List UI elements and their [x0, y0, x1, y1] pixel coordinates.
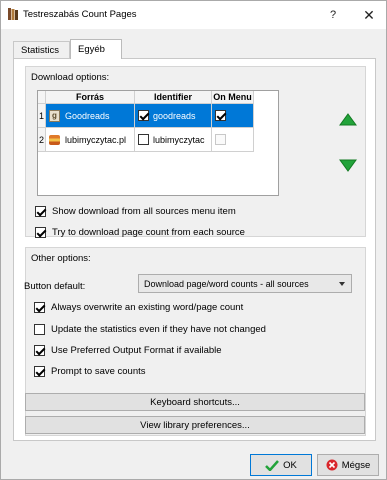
tab-egyeb[interactable]: Egyéb: [70, 39, 122, 59]
table-cell-on-menu[interactable]: [212, 104, 254, 128]
overwrite-option[interactable]: Always overwrite an existing word/page c…: [34, 302, 243, 313]
row-number[interactable]: 1: [38, 104, 46, 128]
sources-table[interactable]: Forrás Identifier On Menu 1 g Goodreads …: [37, 90, 279, 196]
table-cell-identifier[interactable]: lubimyczytac: [135, 128, 212, 152]
tab-panel: Download options: Forrás Identifier On M…: [13, 58, 376, 441]
download-options-title: Download options:: [31, 72, 110, 83]
try-each-source-label: Try to download page count from each sou…: [52, 227, 245, 238]
identifier-text: lubimyczytac: [153, 134, 205, 145]
arrow-up-icon[interactable]: [339, 113, 357, 127]
checkmark-icon: [265, 459, 280, 471]
table-cell-on-menu[interactable]: [212, 128, 254, 152]
try-each-source-checkbox[interactable]: [35, 227, 46, 238]
identifier-checkbox[interactable]: [138, 110, 149, 121]
column-header-source[interactable]: Forrás: [46, 91, 135, 104]
title-bar: Testreszabás Count Pages ? ✕: [1, 1, 386, 29]
download-options-group: Download options: Forrás Identifier On M…: [25, 66, 366, 238]
show-all-sources-option[interactable]: Show download from all sources menu item: [35, 206, 236, 217]
source-name: Goodreads: [65, 110, 110, 121]
goodreads-icon: g: [49, 109, 60, 122]
button-default-value: Download page/word counts - all sources: [144, 278, 309, 289]
on-menu-checkbox[interactable]: [215, 110, 226, 121]
button-default-select[interactable]: Download page/word counts - all sources: [138, 274, 352, 293]
update-stats-option[interactable]: Update the statistics even if they have …: [34, 324, 266, 335]
tab-statistics[interactable]: Statistics: [13, 41, 70, 58]
update-stats-checkbox[interactable]: [34, 324, 45, 335]
row-number[interactable]: 2: [38, 128, 46, 152]
table-cell-source[interactable]: lubimyczytac.pl: [46, 128, 135, 152]
ok-label: OK: [283, 459, 297, 471]
corner-header: [38, 91, 46, 104]
cancel-button[interactable]: Mégse: [317, 454, 379, 476]
prompt-save-option[interactable]: Prompt to save counts: [34, 366, 146, 377]
identifier-text: goodreads: [153, 110, 196, 121]
arrow-down-icon[interactable]: [339, 158, 357, 172]
update-stats-label: Update the statistics even if they have …: [51, 324, 266, 335]
view-library-preferences-button[interactable]: View library preferences...: [25, 416, 365, 434]
preferred-format-checkbox[interactable]: [34, 345, 45, 356]
on-menu-checkbox: [215, 134, 226, 145]
dialog-window: Testreszabás Count Pages ? ✕ Statistics …: [0, 0, 387, 480]
show-all-sources-checkbox[interactable]: [35, 206, 46, 217]
column-header-on-menu[interactable]: On Menu: [212, 91, 254, 104]
button-default-label: Button default:: [24, 281, 86, 292]
identifier-checkbox[interactable]: [138, 134, 149, 145]
help-button[interactable]: ?: [318, 1, 348, 29]
close-button[interactable]: ✕: [354, 1, 384, 29]
app-icon: [8, 8, 18, 20]
overwrite-checkbox[interactable]: [34, 302, 45, 313]
keyboard-shortcuts-button[interactable]: Keyboard shortcuts...: [25, 393, 365, 411]
overwrite-label: Always overwrite an existing word/page c…: [51, 302, 244, 313]
prompt-save-checkbox[interactable]: [34, 366, 45, 377]
try-each-source-option[interactable]: Try to download page count from each sou…: [35, 227, 245, 238]
column-header-identifier[interactable]: Identifier: [135, 91, 212, 104]
prompt-save-label: Prompt to save counts: [51, 366, 146, 377]
source-name: lubimyczytac.pl: [65, 134, 127, 145]
other-options-title: Other options:: [31, 253, 91, 264]
books-icon: [49, 134, 60, 145]
table-cell-source[interactable]: g Goodreads: [46, 104, 135, 128]
ok-button[interactable]: OK: [250, 454, 312, 476]
show-all-sources-label: Show download from all sources menu item: [52, 206, 236, 217]
cancel-icon: [326, 459, 338, 471]
preferred-format-option[interactable]: Use Preferred Output Format if available: [34, 345, 222, 356]
cancel-label: Mégse: [341, 459, 371, 471]
chevron-down-icon: [339, 282, 345, 286]
preferred-format-label: Use Preferred Output Format if available: [51, 345, 222, 356]
table-cell-identifier[interactable]: goodreads: [135, 104, 212, 128]
window-title: Testreszabás Count Pages: [23, 9, 137, 20]
